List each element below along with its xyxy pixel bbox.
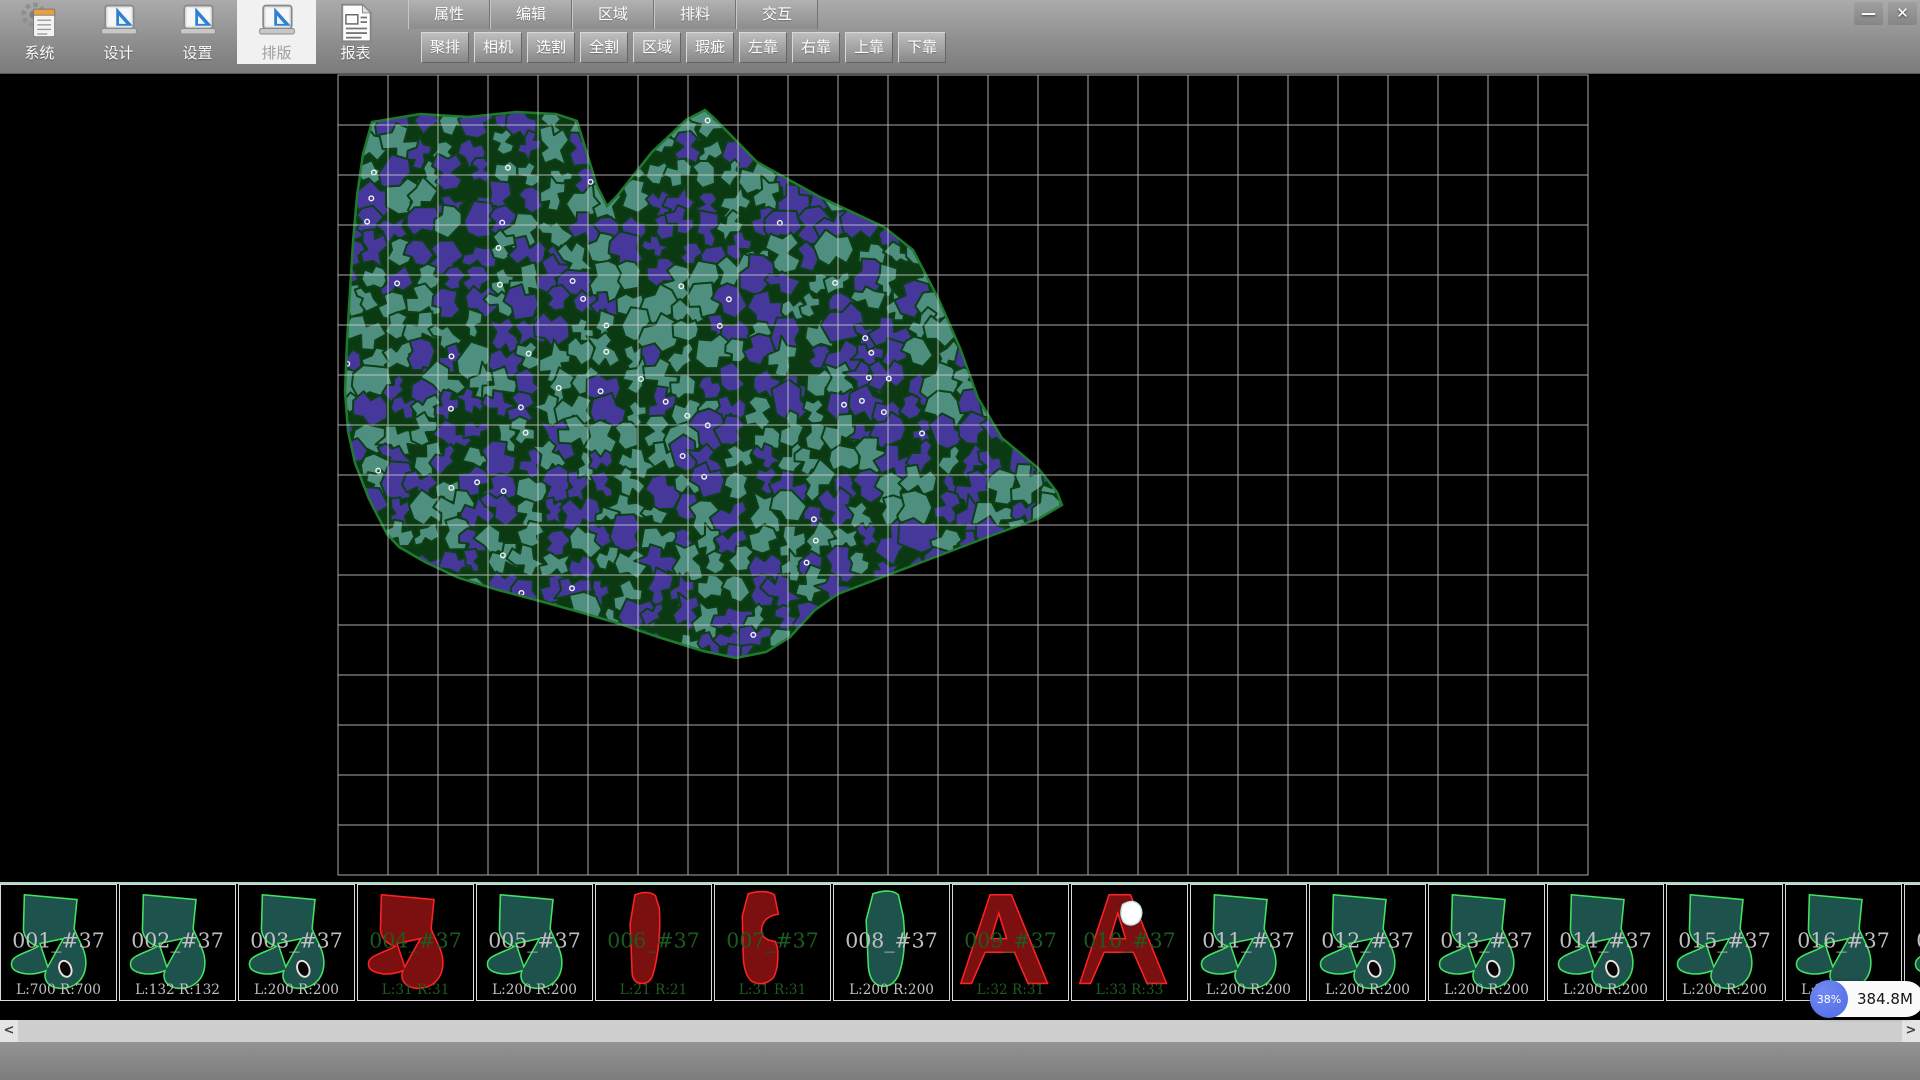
scroll-left-button[interactable]: < [0,1020,18,1042]
svg-text:L:132 R:132: L:132 R:132 [135,982,220,998]
tool-button-3[interactable]: 全割 [580,32,628,63]
tab-system[interactable]: 系统 [0,0,79,64]
svg-text:L:200 R:200: L:200 R:200 [849,982,934,998]
svg-text:006_#37: 006_#37 [607,928,699,952]
svg-text:L:31 R:31: L:31 R:31 [382,982,450,998]
scroll-right-button[interactable]: > [1902,1020,1920,1042]
nesting-canvas[interactable] [0,74,1920,882]
report-icon [333,1,379,45]
thumbnail-015_#37[interactable]: 015_#37 L:200 R:200 [1666,884,1783,1001]
svg-text:011_#37: 011_#37 [1202,928,1294,952]
system-icon [17,1,63,45]
thumbnail-003_#37[interactable]: 003_#37 L:200 R:200 [238,884,355,1001]
menu-item-4[interactable]: 交互 [736,0,818,29]
tab-bar: 系统 设计 设置 排版 报表 [0,0,395,64]
tab-layout[interactable]: 排版 [237,0,316,64]
settings-icon [175,1,221,45]
toolbar: 系统设计设置排版报表 属性编辑区域排料交互 聚排相机选割全割区域瑕疵左靠右靠上靠… [0,0,1920,74]
svg-text:002_#37: 002_#37 [131,928,223,952]
svg-text:005_#37: 005_#37 [488,928,580,952]
thumbnail-012_#37[interactable]: 012_#37 L:200 R:200 [1309,884,1426,1001]
menu-item-1[interactable]: 编辑 [490,0,572,29]
svg-text:017_#37: 017_#37 [1916,928,1920,952]
progress-percent-circle: 38% [1810,980,1848,1018]
svg-text:003_#37: 003_#37 [250,928,342,952]
svg-text:L:200 R:200: L:200 R:200 [1444,982,1529,998]
window-controls: — ✕ [1854,2,1917,25]
nesting-layout-drawing [0,74,1920,882]
thumbnail-009_#37[interactable]: 009_#37 L:32 R:31 [952,884,1069,1001]
svg-text:016_#37: 016_#37 [1797,928,1889,952]
svg-text:L:200 R:200: L:200 R:200 [1206,982,1291,998]
thumbnail-006_#37[interactable]: 006_#37 L:21 R:21 [595,884,712,1001]
tab-report[interactable]: 报表 [316,0,395,64]
svg-text:015_#37: 015_#37 [1678,928,1770,952]
menu-item-2[interactable]: 区域 [572,0,654,29]
thumbnail-004_#37[interactable]: 004_#37 L:31 R:31 [357,884,474,1001]
thumbnail-001_#37[interactable]: 001_#37 L:700 R:700 [0,884,117,1001]
tab-label: 报表 [340,45,370,62]
svg-text:L:200 R:200: L:200 R:200 [492,982,577,998]
svg-text:L:33 R:33: L:33 R:33 [1096,982,1164,998]
tool-button-8[interactable]: 上靠 [845,32,893,63]
svg-text:L:200 R:200: L:200 R:200 [1563,982,1648,998]
svg-text:007_#37: 007_#37 [726,928,818,952]
piece-thumbnail-strip: 001_#37 L:700 R:700 002_#37 L:132 R:132 003_… [0,884,1920,1004]
menu-item-0[interactable]: 属性 [408,0,490,29]
minimize-button[interactable]: — [1854,2,1883,25]
svg-text:014_#37: 014_#37 [1559,928,1651,952]
svg-text:012_#37: 012_#37 [1321,928,1413,952]
tool-button-4[interactable]: 区域 [633,32,681,63]
horizontal-scrollbar[interactable]: < > [0,1020,1920,1042]
thumbnail-010_#37[interactable]: 010_#37 L:33 R:33 [1071,884,1188,1001]
svg-text:L:31 R:31: L:31 R:31 [739,982,807,998]
progress-badge[interactable]: 38% 384.8M [1810,981,1920,1017]
tab-design[interactable]: 设计 [79,0,158,64]
thumbnail-008_#37[interactable]: 008_#37 L:200 R:200 [833,884,950,1001]
thumbnail-002_#37[interactable]: 002_#37 L:132 R:132 [119,884,236,1001]
svg-text:L:200 R:200: L:200 R:200 [1325,982,1410,998]
layout-icon [254,1,300,45]
svg-text:L:200 R:200: L:200 R:200 [254,982,339,998]
svg-text:009_#37: 009_#37 [964,928,1056,952]
thumbnail-007_#37[interactable]: 007_#37 L:31 R:31 [714,884,831,1001]
thumbnail-011_#37[interactable]: 011_#37 L:200 R:200 [1190,884,1307,1001]
close-button[interactable]: ✕ [1888,2,1917,25]
menu-item-3[interactable]: 排料 [654,0,736,29]
thumbnail-005_#37[interactable]: 005_#37 L:200 R:200 [476,884,593,1001]
tab-label: 排版 [261,45,291,62]
svg-text:010_#37: 010_#37 [1083,928,1175,952]
memory-size-label: 384.8M [1857,990,1913,1008]
tab-label: 设置 [182,45,212,62]
svg-text:004_#37: 004_#37 [369,928,461,952]
thumbnail-014_#37[interactable]: 014_#37 L:200 R:200 [1547,884,1664,1001]
svg-text:008_#37: 008_#37 [845,928,937,952]
status-bar [0,1042,1920,1080]
tool-button-1[interactable]: 相机 [474,32,522,63]
tool-button-row: 聚排相机选割全割区域瑕疵左靠右靠上靠下靠 [421,32,946,63]
tool-button-7[interactable]: 右靠 [792,32,840,63]
tool-button-5[interactable]: 瑕疵 [686,32,734,63]
tab-settings[interactable]: 设置 [158,0,237,64]
svg-text:L:21 R:21: L:21 R:21 [620,982,688,998]
tab-label: 设计 [103,45,133,62]
thumbnail-013_#37[interactable]: 013_#37 L:200 R:200 [1428,884,1545,1001]
design-icon [96,1,142,45]
svg-text:L:200 R:200: L:200 R:200 [1682,982,1767,998]
tool-button-0[interactable]: 聚排 [421,32,469,63]
tool-button-9[interactable]: 下靠 [898,32,946,63]
tool-button-2[interactable]: 选割 [527,32,575,63]
svg-text:013_#37: 013_#37 [1440,928,1532,952]
svg-text:L:32 R:31: L:32 R:31 [977,982,1045,998]
svg-text:L:700 R:700: L:700 R:700 [16,982,101,998]
tool-button-6[interactable]: 左靠 [739,32,787,63]
tab-label: 系统 [24,45,54,62]
menu-bar: 属性编辑区域排料交互 [408,0,818,29]
svg-text:001_#37: 001_#37 [12,928,104,952]
